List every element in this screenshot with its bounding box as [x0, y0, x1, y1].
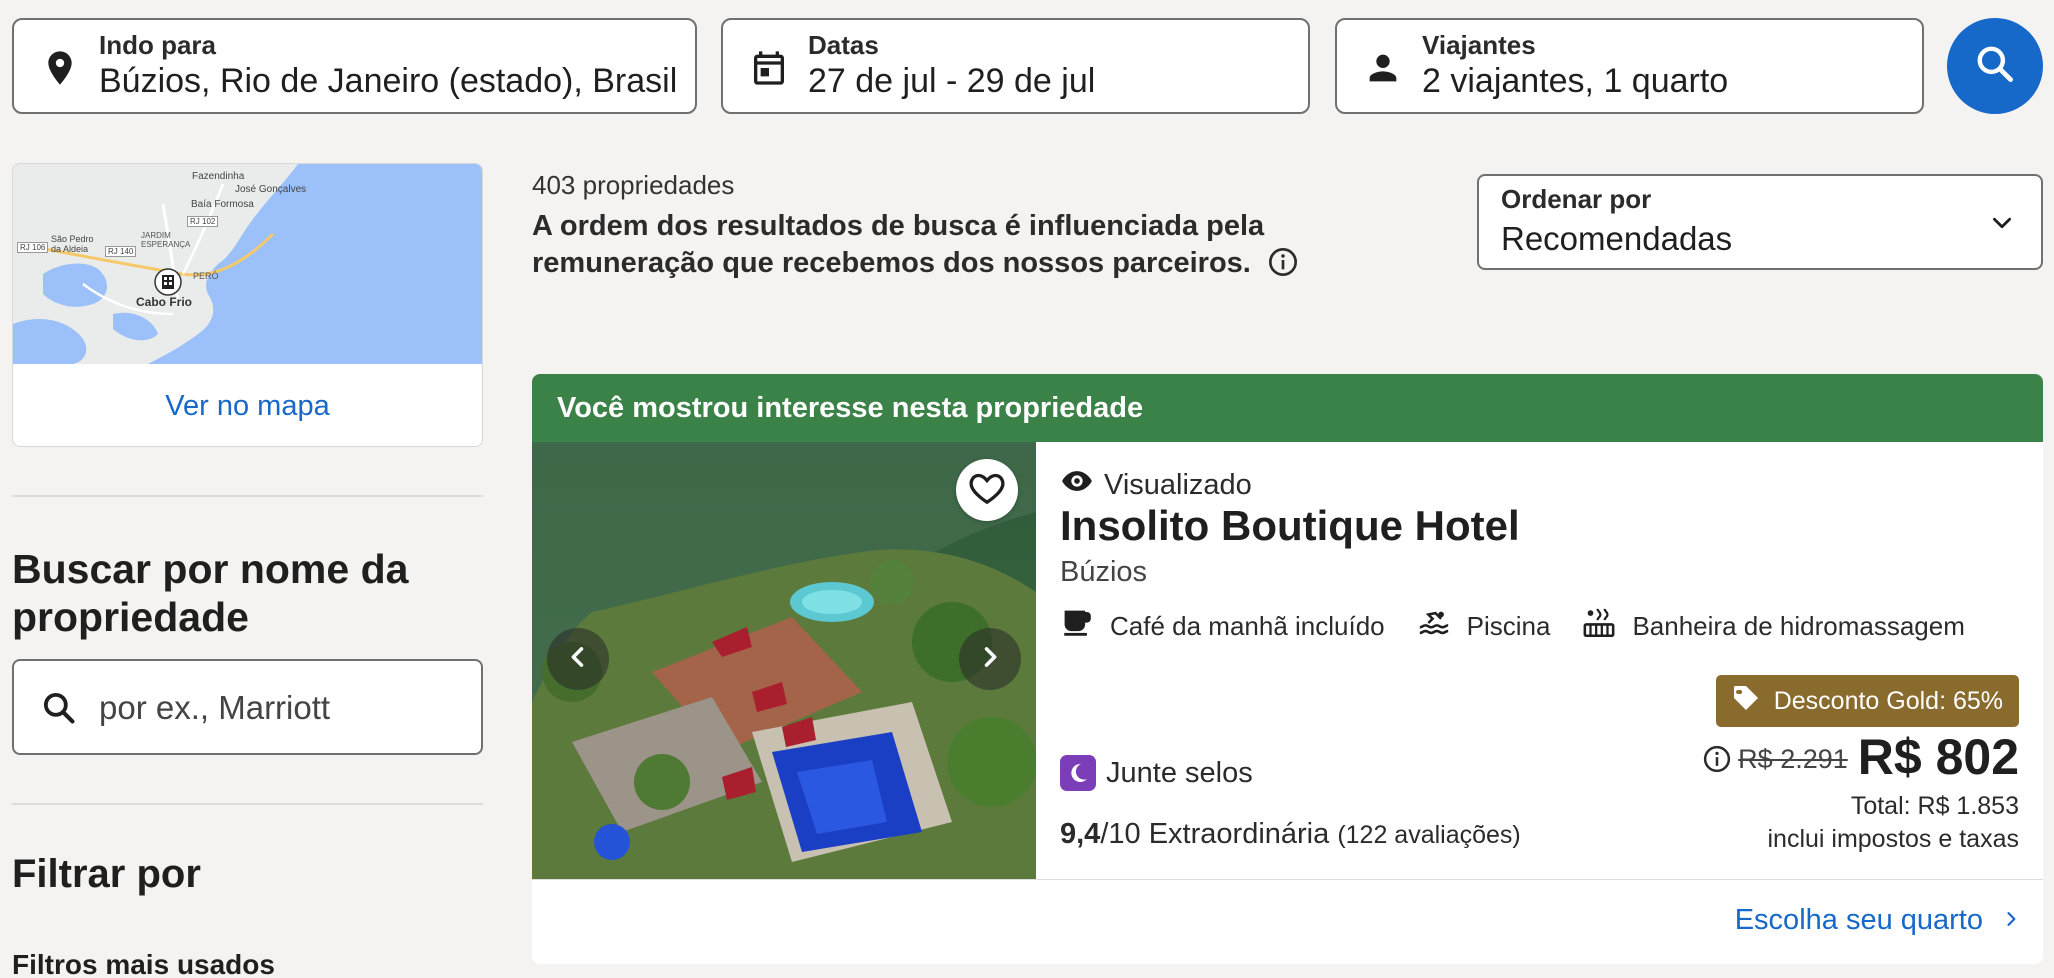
hotel-name[interactable]: Insolito Boutique Hotel: [1060, 502, 1520, 550]
hotel-city: Búzios: [1060, 556, 1148, 588]
search-icon: [40, 689, 78, 732]
map-label-fazendinha: Fazendinha: [192, 171, 245, 182]
interest-banner: Você mostrou interesse nesta propriedade: [532, 374, 2043, 442]
amenity-label: Piscina: [1466, 611, 1551, 641]
map-card[interactable]: Fazendinha José Gonçalves Baía Formosa S…: [12, 163, 483, 447]
name-search-title: Buscar por nome da propriedade: [12, 546, 409, 640]
rating-scale: /10: [1100, 818, 1141, 850]
map-label-pero: PERÓ: [193, 271, 219, 281]
dates-field[interactable]: Datas 27 de jul - 29 de jul: [721, 18, 1310, 114]
next-photo-button[interactable]: [959, 628, 1021, 690]
sort-dropdown[interactable]: Ordenar por Recomendadas: [1477, 174, 2043, 270]
person-icon: [1363, 48, 1403, 88]
old-price-value: R$ 2.291: [1738, 743, 1848, 774]
search-button[interactable]: [1947, 18, 2043, 114]
chevron-left-icon: [564, 643, 592, 676]
info-icon[interactable]: [1267, 246, 1299, 288]
dates-value: 27 de jul - 29 de jul: [808, 62, 1096, 100]
travelers-value: 2 viajantes, 1 quarto: [1422, 62, 1729, 100]
travelers-field[interactable]: Viajantes 2 viajantes, 1 quarto: [1335, 18, 1924, 114]
sidebar-divider: [12, 495, 483, 497]
map-label-cabo-frio: Cabo Frio: [136, 295, 192, 309]
amenity-pool: Piscina: [1417, 606, 1551, 647]
stamps-label: Junte selos: [1106, 756, 1253, 789]
favorite-button[interactable]: [956, 459, 1018, 521]
amenity-label: Banheira de hidromassagem: [1632, 611, 1965, 641]
map-label-rj-140: RJ 140: [105, 246, 137, 257]
search-icon: [1973, 42, 2017, 91]
amenities-list: Café da manhã incluído Piscina Banheira …: [1060, 606, 1997, 647]
heart-icon: [967, 468, 1007, 513]
choose-room-link[interactable]: Escolha seu quarto: [1735, 904, 2021, 937]
gold-discount-badge: Desconto Gold: 65%: [1715, 675, 2019, 727]
previous-photo-button[interactable]: [547, 628, 609, 690]
property-photo[interactable]: [532, 442, 1036, 879]
destination-value: Búzios, Rio de Janeiro (estado), Brasil: [99, 62, 678, 100]
popular-filters-title: Filtros mais usados: [12, 949, 275, 978]
map-label-sao-pedro: São Pedro da Aldeia: [51, 234, 94, 254]
property-name-input[interactable]: [99, 683, 459, 733]
map-label-rj-106: RJ 106: [17, 242, 49, 253]
total-value: Total: R$ 1.853: [1850, 792, 2019, 820]
property-count: 403 propriedades: [532, 170, 735, 200]
chevron-right-icon: [2001, 904, 2021, 937]
price-tag-icon: [1730, 682, 1762, 721]
rating-score: 9,4: [1060, 818, 1101, 850]
property-name-search[interactable]: [12, 659, 483, 755]
discount-label: Desconto Gold: 65%: [1773, 686, 2003, 715]
coffee-cup-icon: [1060, 606, 1094, 647]
hot-tub-icon: [1582, 606, 1616, 647]
guest-rating: 9,4/10 Extraordinária (122 avaliações): [1060, 818, 1521, 851]
chevron-down-icon: [1989, 210, 2015, 241]
price-info-icon[interactable]: [1702, 744, 1732, 774]
chevron-right-icon: [976, 643, 1004, 676]
property-card[interactable]: Visualizado Insolito Boutique Hotel Búzi…: [532, 442, 2043, 964]
choose-room-label: Escolha seu quarto: [1734, 904, 1983, 936]
card-divider: [532, 879, 2043, 880]
sort-label: Ordenar por: [1501, 184, 1652, 214]
rating-text: Extraordinária: [1148, 818, 1330, 850]
moon-stamp-icon: [1060, 755, 1096, 791]
taxes-note: inclui impostos e taxas: [1767, 825, 2019, 853]
pool-icon: [1417, 606, 1451, 647]
view-on-map-link[interactable]: Ver no mapa: [13, 364, 482, 446]
sort-value: Recomendadas: [1501, 220, 1733, 257]
dates-label: Datas: [808, 30, 879, 60]
destination-label: Indo para: [99, 30, 217, 60]
location-pin-icon: [40, 48, 80, 88]
original-price: R$ 2.291: [1702, 744, 1848, 775]
amenity-breakfast: Café da manhã incluído: [1060, 606, 1385, 647]
current-price: R$ 802: [1857, 729, 2019, 785]
map-label-jose-goncalves: José Gonçalves: [235, 184, 307, 195]
travelers-label: Viajantes: [1422, 30, 1536, 60]
map-label-baia-formosa: Baía Formosa: [191, 199, 254, 210]
review-count: (122 avaliações): [1337, 821, 1521, 849]
map-label-jardim-esperanca: JARDIM ESPERANÇA: [141, 231, 191, 249]
amenity-label: Café da manhã incluído: [1110, 611, 1385, 641]
amenity-hot-tub: Banheira de hidromassagem: [1582, 606, 1965, 647]
destination-field[interactable]: Indo para Búzios, Rio de Janeiro (estado…: [12, 18, 697, 114]
collect-stamps: Junte selos: [1060, 755, 1253, 791]
calendar-icon: [749, 48, 789, 88]
eye-icon: [1060, 464, 1094, 506]
sidebar-divider-2: [12, 803, 483, 805]
viewed-indicator: Visualizado: [1060, 464, 1252, 506]
viewed-label: Visualizado: [1104, 468, 1252, 501]
disclaimer-text: A ordem dos resultados de busca é influe…: [532, 210, 1265, 279]
ranking-disclaimer: A ordem dos resultados de busca é influe…: [532, 208, 1452, 288]
price-total: Total: R$ 1.853 inclui impostos e taxas: [1767, 790, 2019, 856]
filter-title: Filtrar por: [12, 852, 201, 896]
price-row: R$ 2.291 R$ 802: [1702, 728, 2019, 786]
map-label-rj-102: RJ 102: [187, 216, 219, 227]
